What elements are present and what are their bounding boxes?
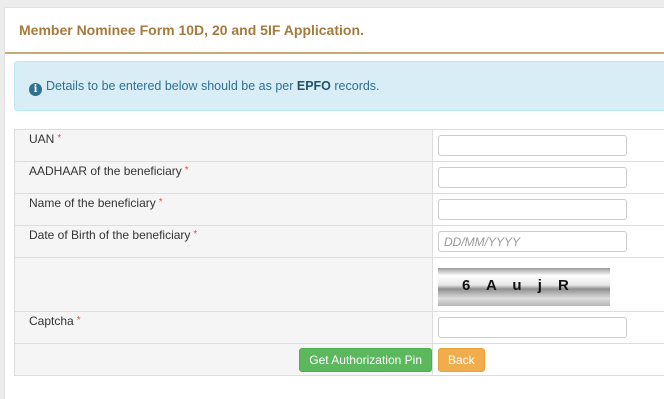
required-mark: *	[158, 196, 163, 208]
dob-input[interactable]	[438, 231, 627, 252]
back-button-cell: Back	[432, 343, 664, 376]
auth-button-cell: Get Authorization Pin	[14, 343, 433, 376]
dob-input-cell	[432, 225, 664, 258]
required-mark: *	[57, 132, 62, 144]
get-authorization-pin-button[interactable]: Get Authorization Pin	[299, 347, 432, 372]
page-title: Member Nominee Form 10D, 20 and 5IF Appl…	[19, 22, 364, 38]
form-row-uan: UAN *	[14, 129, 664, 162]
captcha-image: 6 A u j R	[438, 267, 610, 306]
form-row-buttons: Get Authorization Pin Back	[14, 343, 664, 376]
aadhaar-input[interactable]	[438, 167, 627, 188]
captcha-label: Captcha	[29, 313, 74, 328]
form-row-captcha-image: 6 A u j R	[14, 257, 664, 312]
captcha-image-spacer	[14, 257, 433, 312]
captcha-image-cell: 6 A u j R	[432, 257, 664, 312]
captcha-image-text: 6 A u j R	[462, 276, 575, 294]
info-text-before: Details to be entered below should be as…	[46, 79, 297, 93]
nominee-form-table: UAN * AADHAAR of the beneficiary * Name of…	[14, 129, 664, 376]
form-row-captcha: Captcha *	[14, 311, 664, 344]
name-label: Name of the beneficiary	[29, 195, 156, 210]
dob-label-cell: Date of Birth of the beneficiary *	[14, 225, 433, 258]
uan-input[interactable]	[438, 135, 627, 156]
form-row-aadhaar: AADHAAR of the beneficiary *	[14, 161, 664, 194]
uan-label-cell: UAN *	[14, 129, 433, 162]
form-row-dob: Date of Birth of the beneficiary *	[14, 225, 664, 258]
dob-label: Date of Birth of the beneficiary	[29, 227, 191, 242]
aadhaar-input-cell	[432, 161, 664, 194]
name-label-cell: Name of the beneficiary *	[14, 193, 433, 226]
info-circle-icon: i	[29, 83, 42, 96]
required-mark: *	[193, 228, 198, 240]
captcha-input-cell	[432, 311, 664, 344]
uan-input-cell	[432, 129, 664, 162]
required-mark: *	[76, 314, 81, 326]
info-alert: i Details to be entered below should be a…	[14, 61, 664, 111]
back-button[interactable]: Back	[438, 347, 485, 372]
captcha-input[interactable]	[438, 317, 627, 338]
form-row-name: Name of the beneficiary *	[14, 193, 664, 226]
uan-label: UAN	[29, 131, 55, 146]
info-text-after: records.	[330, 79, 380, 93]
aadhaar-label-cell: AADHAAR of the beneficiary *	[14, 161, 433, 194]
info-text-bold: EPFO	[296, 79, 331, 93]
name-input-cell	[432, 193, 664, 226]
required-mark: *	[184, 164, 189, 176]
captcha-label-cell: Captcha *	[14, 311, 433, 344]
panel-header: Member Nominee Form 10D, 20 and 5IF Appl…	[5, 8, 664, 54]
aadhaar-label: AADHAAR of the beneficiary	[29, 163, 182, 178]
beneficiary-name-input[interactable]	[438, 199, 627, 220]
